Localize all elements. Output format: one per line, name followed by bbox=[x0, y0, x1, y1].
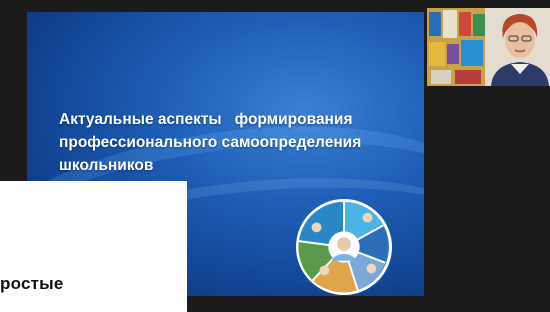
slide-title-line: школьников bbox=[59, 157, 154, 174]
webcam-video-tile[interactable] bbox=[427, 8, 550, 86]
photo-collage-circle bbox=[295, 198, 393, 296]
overlay-popup-panel: ростые bbox=[0, 181, 187, 312]
popup-heading-text: ростые bbox=[0, 274, 64, 293]
bookshelf-background-icon bbox=[427, 8, 487, 86]
slide-title-line: профессионального самоопределения bbox=[59, 134, 362, 151]
slide-title-line: Актуальные аспекты формирования bbox=[59, 111, 353, 128]
person-video-icon bbox=[485, 8, 550, 86]
slide-title: Актуальные аспекты формирования професси… bbox=[59, 108, 419, 177]
